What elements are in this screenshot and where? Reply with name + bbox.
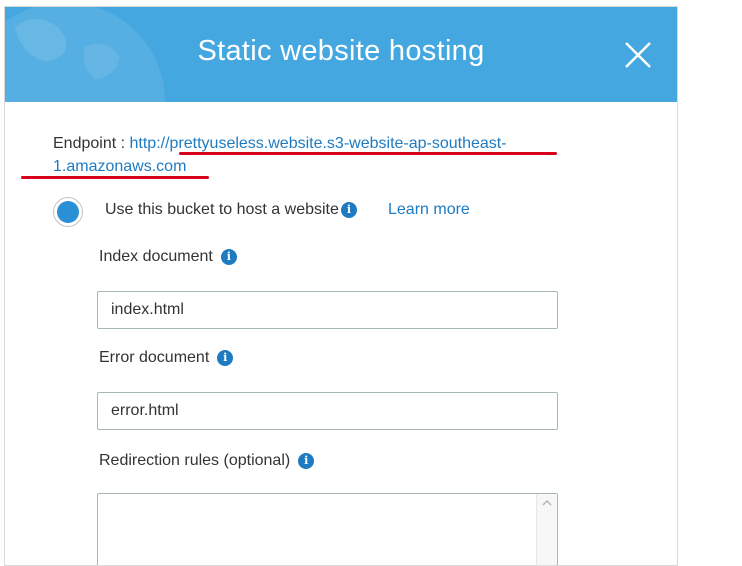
endpoint-row: Endpoint : http://prettyuseless.website.… xyxy=(53,132,583,178)
annotation-underline-2 xyxy=(21,176,209,179)
host-website-radio[interactable] xyxy=(53,197,83,227)
endpoint-link-line2: 1.amazonaws.com xyxy=(53,158,187,175)
learn-more-link[interactable]: Learn more xyxy=(388,201,470,219)
dialog-title: Static website hosting xyxy=(197,35,485,67)
redirection-rules-label: Redirection rules (optional) i xyxy=(99,452,315,470)
info-icon[interactable]: i xyxy=(298,453,315,469)
info-icon[interactable]: i xyxy=(217,350,234,366)
annotation-underline-1 xyxy=(179,152,557,155)
static-website-hosting-dialog: Static website hosting Endpoint : http:/… xyxy=(4,6,678,566)
endpoint-link-line1: http://prettyuseless.website.s3-website-… xyxy=(129,135,507,152)
index-document-label: Index document i xyxy=(99,248,237,266)
error-document-label: Error document i xyxy=(99,349,234,367)
host-website-label: Use this bucket to host a website i xyxy=(105,201,357,219)
redirection-rules-textarea[interactable] xyxy=(97,493,558,565)
info-icon[interactable]: i xyxy=(220,249,237,265)
close-icon[interactable] xyxy=(623,40,653,70)
error-document-input[interactable]: error.html xyxy=(97,392,558,430)
index-document-input[interactable]: index.html xyxy=(97,291,558,329)
textarea-scrollbar[interactable] xyxy=(536,494,557,565)
chevron-up-icon[interactable] xyxy=(541,498,553,508)
radio-selected-dot xyxy=(57,201,79,223)
dialog-header: Static website hosting xyxy=(5,7,677,102)
info-icon[interactable]: i xyxy=(340,202,357,218)
endpoint-label: Endpoint : xyxy=(53,135,130,152)
